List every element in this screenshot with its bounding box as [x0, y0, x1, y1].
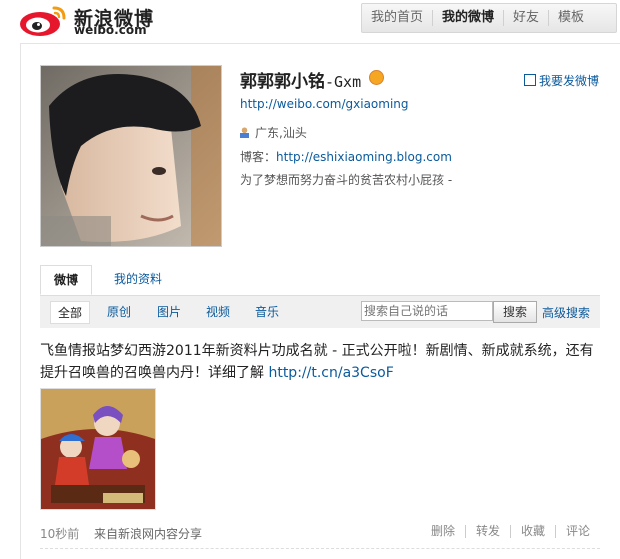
profile-name-suffix: -Gxm: [325, 73, 362, 91]
logo-domain: weibo.com: [74, 23, 147, 37]
comment-action[interactable]: 评论: [554, 525, 600, 538]
filter-video[interactable]: 视频: [206, 303, 230, 320]
filter-original[interactable]: 原创: [107, 303, 131, 320]
avatar-photo: [41, 66, 221, 246]
post-time[interactable]: 10秒前: [40, 525, 79, 542]
compose-icon: [524, 74, 536, 86]
weibo-logo[interactable]: 新浪微博 weibo.com: [18, 2, 168, 38]
profile-bio: 为了梦想而努力奋斗的贫苦农村小屁孩 -: [240, 173, 453, 187]
filter-bar: 全部 原创 图片 视频 音乐 搜索 高级搜索: [40, 296, 600, 328]
filter-music[interactable]: 音乐: [255, 303, 279, 320]
tab-my-info[interactable]: 我的资料: [108, 265, 168, 293]
delete-action[interactable]: 删除: [421, 525, 465, 538]
post-image-art: [41, 389, 155, 509]
advanced-search-link[interactable]: 高级搜索: [542, 304, 590, 321]
post-divider: [40, 548, 600, 549]
top-bar: 新浪微博 weibo.com 我的首页 我的微博 好友 模板: [0, 0, 620, 40]
nav-home[interactable]: 我的首页: [362, 10, 434, 26]
nav-my-weibo[interactable]: 我的微博: [433, 10, 505, 26]
filter-images[interactable]: 图片: [157, 303, 181, 320]
profile-tabs: 微博 我的资料: [40, 265, 600, 296]
search-input[interactable]: [361, 301, 493, 321]
top-nav: 我的首页 我的微博 好友 模板: [361, 3, 617, 33]
nav-templates[interactable]: 模板: [549, 10, 593, 26]
profile-url[interactable]: http://weibo.com/gxiaoming: [240, 97, 409, 111]
user-badge-icon: [369, 70, 385, 85]
profile-blog: 博客：http://eshixiaoming.blog.com: [240, 148, 452, 165]
filter-all[interactable]: 全部: [50, 301, 91, 324]
post-weibo-label: 我要发微博: [539, 74, 600, 88]
profile-name: 郭郭郭小铭-Gxm: [240, 67, 385, 92]
nav-friends[interactable]: 好友: [504, 10, 550, 26]
post-weibo-link[interactable]: 我要发微博: [524, 72, 599, 89]
profile-name-text: 郭郭郭小铭: [240, 72, 325, 92]
blog-url[interactable]: http://eshixiaoming.blog.com: [276, 150, 452, 164]
post-image[interactable]: [40, 388, 156, 510]
person-icon: [240, 127, 249, 138]
tab-weibo[interactable]: 微博: [40, 265, 92, 295]
post-actions: 删除 转发 收藏 评论: [421, 525, 600, 538]
location-text: 广东,汕头: [255, 126, 307, 140]
avatar[interactable]: [40, 65, 222, 247]
search-button[interactable]: 搜索: [493, 301, 537, 323]
blog-label: 博客：: [240, 150, 277, 164]
post-text: 飞鱼情报站梦幻西游2011年新资料片功成名就 - 正式公开啦！新剧情、新成就系统…: [40, 340, 600, 384]
post-link[interactable]: http://t.cn/a3CsoF: [268, 365, 393, 381]
weibo-eye-icon: [20, 6, 66, 36]
favorite-action[interactable]: 收藏: [509, 525, 555, 538]
post-source[interactable]: 来自新浪网内容分享: [94, 525, 202, 542]
repost-action[interactable]: 转发: [464, 525, 510, 538]
profile-location: 广东,汕头: [240, 124, 307, 141]
